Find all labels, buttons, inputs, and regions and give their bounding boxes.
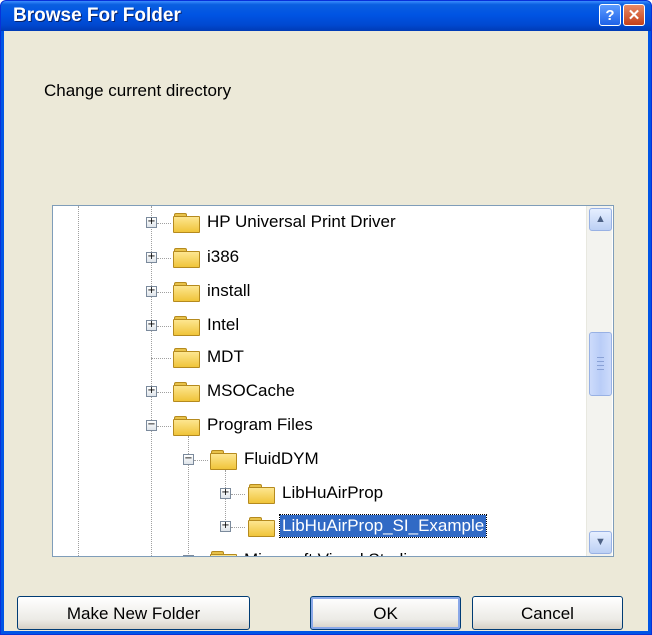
expand-icon[interactable]: +	[146, 252, 157, 263]
tree-line	[157, 292, 171, 293]
folder-icon	[173, 415, 200, 436]
tree-line	[231, 527, 245, 528]
ok-label: OK	[373, 604, 398, 623]
folder-icon	[173, 381, 200, 402]
close-button[interactable]: ✕	[623, 4, 645, 26]
folder-icon	[173, 315, 200, 336]
grip-line	[597, 357, 604, 358]
browse-for-folder-dialog: Browse For Folder ? ✕ Change current dir…	[0, 0, 652, 635]
prompt-text: Change current directory	[44, 81, 232, 100]
tree-item[interactable]: Microsoft Visual Studio	[242, 549, 419, 556]
expand-icon[interactable]: +	[146, 320, 157, 331]
title-bar[interactable]: Browse For Folder ? ✕	[1, 1, 651, 31]
tree-line	[157, 223, 171, 224]
ok-button[interactable]: OK	[310, 596, 461, 630]
cancel-label: Cancel	[521, 604, 574, 623]
folder-tree[interactable]: + HP Universal Print Driver + i386 + ins…	[52, 205, 614, 557]
grip-line	[597, 369, 604, 370]
help-icon: ?	[605, 7, 615, 24]
scroll-thumb[interactable]	[589, 332, 612, 396]
make-new-folder-button[interactable]: Make New Folder	[17, 596, 250, 630]
tree-line	[151, 358, 171, 359]
cancel-button[interactable]: Cancel	[472, 596, 623, 630]
folder-icon	[248, 483, 275, 504]
help-button[interactable]: ?	[599, 4, 621, 26]
tree-item-selected[interactable]: LibHuAirProp_SI_Example	[278, 514, 488, 538]
folder-icon	[173, 247, 200, 268]
expand-icon[interactable]: +	[220, 521, 231, 532]
tree-item[interactable]: MSOCache	[205, 380, 297, 402]
folder-icon	[173, 281, 200, 302]
tree-item[interactable]: Intel	[205, 314, 241, 336]
folder-icon	[248, 516, 275, 537]
tree-line	[157, 326, 171, 327]
tree-line	[78, 206, 79, 556]
collapse-icon[interactable]: −	[146, 420, 157, 431]
grip-line	[597, 361, 604, 362]
scroll-down-button[interactable]: ▼	[589, 531, 612, 554]
tree-line	[157, 392, 171, 393]
window-title: Browse For Folder	[13, 5, 181, 26]
tree-item[interactable]: LibHuAirProp	[280, 482, 385, 504]
grip-line	[597, 365, 604, 366]
expand-icon[interactable]: +	[220, 488, 231, 499]
tree-item[interactable]: MDT	[205, 346, 246, 368]
folder-icon	[173, 212, 200, 233]
collapse-icon[interactable]: −	[183, 555, 194, 556]
tree-line	[194, 460, 208, 461]
tree-item[interactable]: i386	[205, 246, 241, 268]
chevron-down-icon: ▼	[595, 536, 606, 548]
tree-item[interactable]: HP Universal Print Driver	[205, 211, 398, 233]
tree-item[interactable]: FluidDYM	[242, 448, 321, 470]
vertical-scrollbar[interactable]: ▲ ▼	[586, 206, 612, 556]
folder-icon	[173, 347, 200, 368]
expand-icon[interactable]: +	[146, 286, 157, 297]
expand-icon[interactable]: +	[146, 386, 157, 397]
tree-item[interactable]: Program Files	[205, 414, 315, 436]
scroll-up-button[interactable]: ▲	[589, 208, 612, 231]
chevron-up-icon: ▲	[595, 213, 606, 225]
collapse-icon[interactable]: −	[183, 454, 194, 465]
tree-line	[231, 494, 245, 495]
dialog-body: Change current directory + HP Universal …	[4, 31, 648, 631]
folder-icon	[210, 550, 237, 556]
expand-icon[interactable]: +	[146, 217, 157, 228]
tree-line	[157, 258, 171, 259]
close-icon: ✕	[627, 7, 641, 24]
tree-line	[157, 426, 171, 427]
tree-item[interactable]: install	[205, 280, 252, 302]
make-new-folder-label: Make New Folder	[66, 604, 201, 623]
folder-icon	[210, 449, 237, 470]
